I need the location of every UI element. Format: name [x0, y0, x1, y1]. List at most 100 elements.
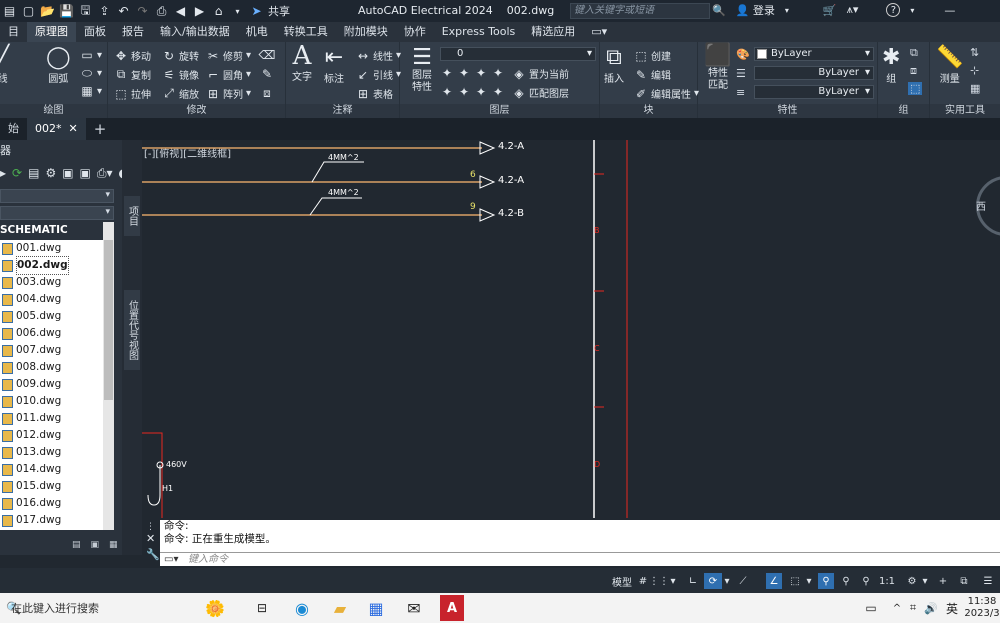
web-save-icon[interactable]: ⇪ [97, 4, 112, 19]
ellipse-button[interactable]: ⬭ ▾ [80, 66, 102, 80]
project-name[interactable]: SCHEMATIC [0, 224, 68, 236]
list-item[interactable]: 007.dwg [0, 342, 103, 359]
component-outline[interactable] [142, 432, 163, 518]
erase-button[interactable]: ⌫ [259, 48, 276, 62]
arc-button[interactable]: ◯ 圆弧 [46, 46, 71, 86]
list-item[interactable]: 017.dwg [0, 512, 103, 529]
quick-select-icon[interactable]: ⇅ [970, 46, 979, 59]
layer-tools-row1[interactable]: ✦ ✦ ✦ ✦ [440, 66, 505, 80]
share-label[interactable]: 共享 [268, 3, 290, 19]
groups-group-label[interactable]: 组 [878, 104, 929, 118]
linetype-combo[interactable]: ByLayer ▾ [754, 66, 874, 80]
open-icon[interactable]: 📂 [40, 4, 55, 19]
properties-group-label[interactable]: 特性 [698, 104, 877, 118]
layer-properties-button[interactable]: ☰ 图层特性 [406, 46, 438, 94]
mail-icon[interactable]: ✉ [402, 598, 426, 618]
dimension-button[interactable]: ⇤ 标注 [324, 46, 344, 86]
object-track-icon[interactable]: ∠ [766, 573, 782, 589]
layers-group-label[interactable]: 图层 [400, 104, 599, 118]
isodraft-icon[interactable]: ⟋ [736, 573, 750, 589]
utilities-group-label[interactable]: 实用工具 [930, 104, 1000, 118]
annotation-visibility-icon[interactable]: ⚲ [818, 573, 834, 589]
tab-002[interactable]: 002* ✕ [27, 118, 86, 140]
isolate-icon[interactable]: ⧉ [956, 573, 972, 589]
measure-button[interactable]: 📏 测量 [936, 46, 963, 86]
rectangle-button[interactable]: ▭ ▾ [80, 48, 102, 62]
chevron-down-icon[interactable]: ▾ [920, 573, 930, 589]
undo-icon[interactable]: ↶ [116, 4, 131, 19]
tab-addins[interactable]: 附加模块 [336, 22, 396, 42]
rotate-button[interactable]: ↻ 旋转 [162, 48, 199, 64]
signal-arrow[interactable] [479, 175, 496, 189]
ortho-icon[interactable]: ∟ [686, 573, 700, 589]
cross-reference[interactable]: 4.2-A [498, 141, 524, 152]
array-button[interactable]: ⊞ 阵列 ▾ [206, 86, 251, 102]
tab-collaborate[interactable]: 协作 [396, 22, 434, 42]
polar-icon[interactable]: ⟳ [704, 573, 722, 589]
dropdown-icon[interactable]: ▾ [230, 4, 245, 19]
volume-icon[interactable]: 🔊 [924, 598, 938, 618]
explode-button[interactable]: ✎ [260, 67, 274, 81]
tab-extra[interactable]: ▭▾ [583, 22, 615, 42]
workspace-icon[interactable]: ⚲ [858, 573, 874, 589]
tray-arrow-icon[interactable]: ^ [890, 598, 904, 618]
minimize-icon[interactable]: — [944, 4, 955, 17]
scrollbar[interactable] [103, 222, 114, 530]
trim-button[interactable]: ✂ 修剪 ▾ [206, 48, 251, 64]
close-icon[interactable]: ✕ [146, 532, 155, 545]
signal-arrow[interactable] [479, 141, 496, 155]
list-item[interactable]: 001.dwg [0, 240, 103, 257]
calculator-icon[interactable]: ▦ [970, 82, 980, 95]
list-item[interactable]: 016.dwg [0, 495, 103, 512]
forward-icon[interactable]: ▶ [192, 4, 207, 19]
edit-block-button[interactable]: ✎ 编辑 [634, 67, 671, 83]
scale-button[interactable]: ⤢ 缩放 [162, 86, 199, 101]
properties-icon[interactable]: ▤ [28, 166, 39, 181]
chevron-down-icon[interactable]: ▾ [804, 573, 814, 589]
new-icon[interactable]: ▢ [21, 4, 36, 19]
home-icon[interactable]: ⌂ [211, 4, 226, 19]
auto-scale-icon[interactable]: ⚲ [838, 573, 854, 589]
tab-import-export[interactable]: 输入/输出数据 [152, 22, 238, 42]
list-item[interactable]: 006.dwg [0, 325, 103, 342]
scrollbar-thumb[interactable] [104, 240, 113, 400]
insert-button[interactable]: ⧉ 插入 [604, 46, 624, 86]
linear-button[interactable]: ↔ 线性 ▾ [356, 48, 401, 64]
viewcube-direction[interactable]: 西 [976, 198, 986, 213]
command-input[interactable]: ▭▾ 键入命令 [160, 552, 1000, 566]
filter-dropdown[interactable]: ▾ [0, 206, 114, 220]
tab-conversion[interactable]: 转换工具 [276, 22, 336, 42]
tab-panel[interactable]: 面板 [76, 22, 114, 42]
list-item[interactable]: 005.dwg [0, 308, 103, 325]
store-icon[interactable]: ▦ [364, 598, 388, 618]
chevron-down-icon[interactable]: ▾ [668, 573, 678, 589]
lineweight-combo[interactable]: ByLayer ▾ [754, 85, 874, 99]
list-item[interactable]: 015.dwg [0, 478, 103, 495]
cross-reference[interactable]: 4.2-A [498, 175, 524, 186]
layer-tools-row2[interactable]: ✦ ✦ ✦ ✦ [440, 85, 505, 99]
tab-express-tools[interactable]: Express Tools [434, 22, 524, 42]
back-icon[interactable]: ◀ [173, 4, 188, 19]
network-icon[interactable]: ⌗ [906, 598, 920, 618]
chevron-down-icon[interactable]: ▾ [722, 573, 732, 589]
share-icon[interactable]: ➤ [249, 4, 264, 19]
print-icon[interactable]: ⎙ [154, 4, 169, 19]
device-icon[interactable]: ▭ [862, 598, 880, 618]
search-input[interactable]: 键入关键字或短语 [570, 3, 710, 19]
dropdown-icon[interactable]: ▾ [785, 6, 789, 15]
close-icon[interactable]: ✕ [69, 122, 78, 135]
tab-electromechanical[interactable]: 机电 [238, 22, 276, 42]
refresh-icon[interactable]: ⟳ [12, 166, 22, 181]
text-button[interactable]: A 文字 [292, 43, 312, 83]
tab-location-view[interactable]: 位置代号视图 [124, 290, 140, 370]
tab-home[interactable]: 目 [0, 22, 27, 42]
cart-icon[interactable]: 🛒 [823, 4, 837, 17]
hatch-button[interactable]: ▦ ▾ [80, 84, 102, 98]
save-icon[interactable]: 💾 [59, 4, 74, 19]
list-item[interactable]: 009.dwg [0, 376, 103, 393]
group-edit-icon[interactable]: ⧈ [910, 64, 917, 78]
modify-group-label[interactable]: 修改 [108, 104, 285, 118]
list-item[interactable]: 011.dwg [0, 410, 103, 427]
redo-icon[interactable]: ↷ [135, 4, 150, 19]
move-button[interactable]: ✥ 移动 [114, 48, 151, 64]
